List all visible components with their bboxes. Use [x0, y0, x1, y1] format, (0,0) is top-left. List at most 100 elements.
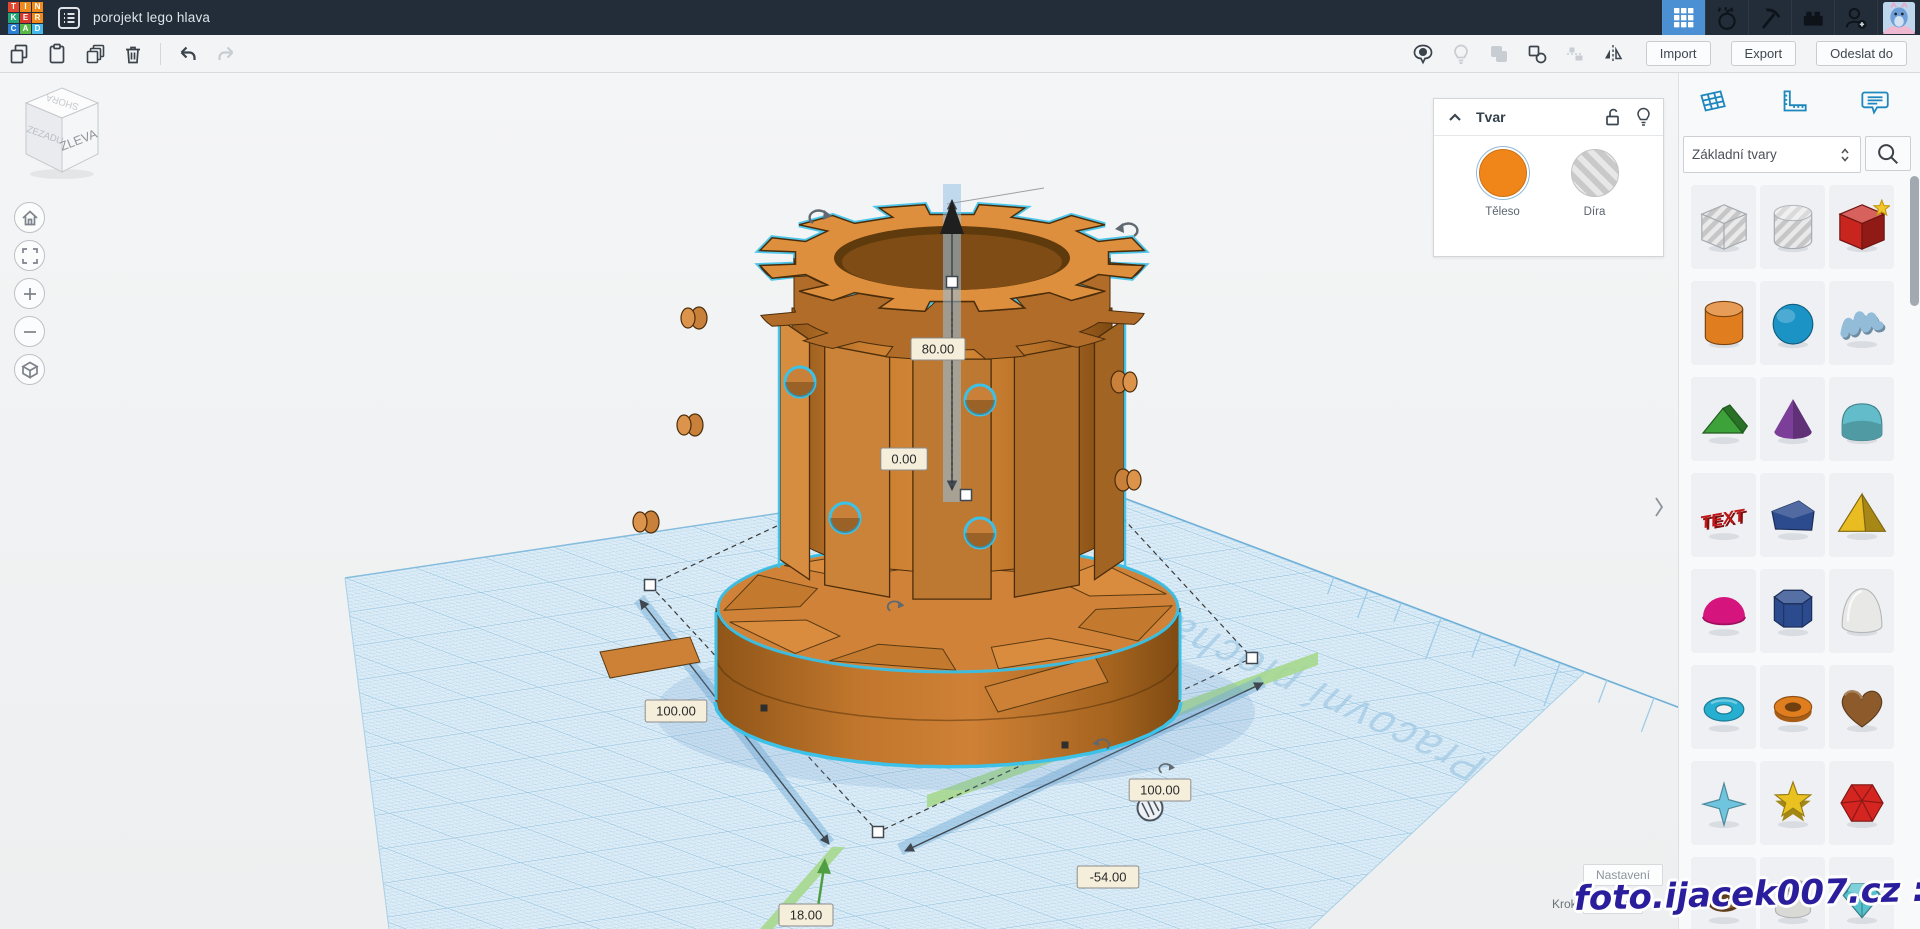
shape-option-hole[interactable]: Díra	[1571, 149, 1619, 218]
svg-text:100.00: 100.00	[1140, 783, 1180, 798]
svg-text:100.00: 100.00	[656, 704, 696, 719]
align-icon[interactable]	[1560, 39, 1590, 69]
copy-icon[interactable]	[4, 39, 34, 69]
logo-tile: K	[8, 13, 19, 23]
shape-cone[interactable]	[1760, 377, 1825, 461]
svg-text:-54.00: -54.00	[1090, 870, 1127, 885]
perspective-icon[interactable]	[14, 354, 45, 385]
shape-paraboloid[interactable]	[1829, 569, 1894, 653]
shape-inspector-panel: Tvar TělesoDíra	[1433, 98, 1664, 257]
export-button[interactable]: Export	[1731, 41, 1797, 66]
toolbar-buttons: Import Export Odeslat do	[1646, 41, 1907, 66]
hide-icon[interactable]	[1446, 39, 1476, 69]
hole-swatch[interactable]	[1571, 149, 1619, 197]
logo-tile: E	[20, 13, 31, 23]
shape-icosahedron[interactable]	[1829, 761, 1894, 845]
edge-handle[interactable]	[761, 705, 768, 712]
dim-label-depth[interactable]: 100.00	[1129, 779, 1191, 801]
hole-label: Díra	[1584, 206, 1606, 218]
titlebar-nav	[1662, 0, 1920, 35]
solid-swatch[interactable]	[1479, 149, 1527, 197]
scale-handle[interactable]	[645, 580, 656, 591]
undo-icon[interactable]	[173, 39, 203, 69]
nav-design-grid-icon[interactable]	[1662, 0, 1705, 35]
toolbar-arrange-group	[1404, 39, 1632, 69]
ruler-icon[interactable]	[1774, 84, 1812, 122]
nav-sim-lab-icon[interactable]	[1705, 0, 1748, 35]
toolbar-edit-group	[0, 39, 245, 69]
shape-polygon[interactable]	[1760, 569, 1825, 653]
zoom-in-icon[interactable]	[14, 278, 45, 309]
shape-torus[interactable]	[1691, 665, 1756, 749]
sidebar-tools	[1679, 72, 1920, 132]
shape-scribble[interactable]	[1829, 281, 1894, 365]
mirror-icon[interactable]	[1598, 39, 1628, 69]
toolbar: Import Export Odeslat do	[0, 35, 1920, 73]
paste-icon[interactable]	[42, 39, 72, 69]
zoom-out-icon[interactable]	[14, 316, 45, 347]
redo-icon[interactable]	[211, 39, 241, 69]
shape-category-value: Základní tvary	[1692, 147, 1838, 162]
shape-box[interactable]	[1829, 185, 1894, 269]
dim-label-width[interactable]: 100.00	[645, 700, 707, 722]
shape-text[interactable]: TEXTTEXT	[1691, 473, 1756, 557]
nav-minecraft-export-icon[interactable]	[1748, 0, 1791, 35]
lock-icon[interactable]	[1604, 107, 1622, 127]
shape-category-select[interactable]: Základní tvary	[1683, 136, 1861, 173]
mid-handle[interactable]	[961, 490, 972, 501]
show-all-icon[interactable]	[1408, 39, 1438, 69]
shape-heart[interactable]	[1829, 665, 1894, 749]
dim-label-zero[interactable]: 0.00	[881, 448, 927, 470]
scale-handle[interactable]	[1247, 653, 1258, 664]
search-button[interactable]	[1865, 136, 1911, 171]
shape-wedge[interactable]	[1760, 473, 1825, 557]
collapse-panel-icon[interactable]	[1446, 110, 1464, 124]
view-cube[interactable]: SHORAZEZADUZLEVA	[14, 82, 110, 182]
shape-round-roof[interactable]	[1829, 377, 1894, 461]
shape-tube[interactable]	[1760, 665, 1825, 749]
workplane-icon[interactable]	[1693, 84, 1731, 122]
design-canvas[interactable]: Pracovní plocha80.000.00100.00100.00-54.…	[0, 72, 1678, 929]
hide-bulb-icon[interactable]	[1636, 107, 1651, 128]
nav-account-avatar-icon[interactable]	[1877, 0, 1920, 35]
dim-label-snap[interactable]: 18.00	[779, 904, 833, 926]
design-properties-icon[interactable]	[57, 6, 81, 30]
logo-tile: R	[32, 13, 43, 23]
send-to-button[interactable]: Odeslat do	[1816, 41, 1907, 66]
shape-library-grid: TEXTTEXT	[1679, 173, 1920, 929]
sidebar-scrollbar[interactable]	[1910, 176, 1919, 306]
viewport-3d[interactable]: Pracovní plocha80.000.00100.00100.00-54.…	[0, 72, 1678, 929]
shape-cylinder[interactable]	[1691, 281, 1756, 365]
project-title: porojekt lego hlava	[93, 10, 210, 25]
sidebar-collapse-icon[interactable]	[1653, 496, 1665, 521]
group-icon[interactable]	[1484, 39, 1514, 69]
scale-handle[interactable]	[873, 827, 884, 838]
rotate-handle-icon[interactable]	[1115, 223, 1137, 236]
edge-handle[interactable]	[1062, 742, 1069, 749]
tinkercad-logo-icon[interactable]: TINKERCAD	[8, 2, 43, 34]
shape-hole-box[interactable]	[1691, 185, 1756, 269]
shape-hole-cylinder[interactable]	[1760, 185, 1825, 269]
duplicate-icon[interactable]	[80, 39, 110, 69]
ungroup-icon[interactable]	[1522, 39, 1552, 69]
svg-text:18.00: 18.00	[790, 908, 823, 923]
shape-half-sphere[interactable]	[1691, 569, 1756, 653]
shape-sphere[interactable]	[1760, 281, 1825, 365]
dim-label-height[interactable]: 80.00	[911, 338, 965, 360]
fit-view-icon[interactable]	[14, 240, 45, 271]
shape-option-solid[interactable]: Těleso	[1479, 149, 1527, 218]
shape-star-4[interactable]	[1691, 761, 1756, 845]
height-grip[interactable]	[947, 277, 958, 288]
shape-pyramid[interactable]	[1829, 473, 1894, 557]
home-icon[interactable]	[14, 202, 45, 233]
delete-icon[interactable]	[118, 39, 148, 69]
shape-star-5[interactable]	[1760, 761, 1825, 845]
shape-roof[interactable]	[1691, 377, 1756, 461]
nav-lego-export-icon[interactable]	[1791, 0, 1834, 35]
nav-invite-icon[interactable]	[1834, 0, 1877, 35]
svg-text:TEXT: TEXT	[1698, 505, 1747, 533]
select-arrows-icon	[1838, 147, 1852, 163]
import-button[interactable]: Import	[1646, 41, 1711, 66]
dim-label-offset[interactable]: -54.00	[1077, 866, 1139, 888]
notes-icon[interactable]	[1855, 84, 1893, 122]
